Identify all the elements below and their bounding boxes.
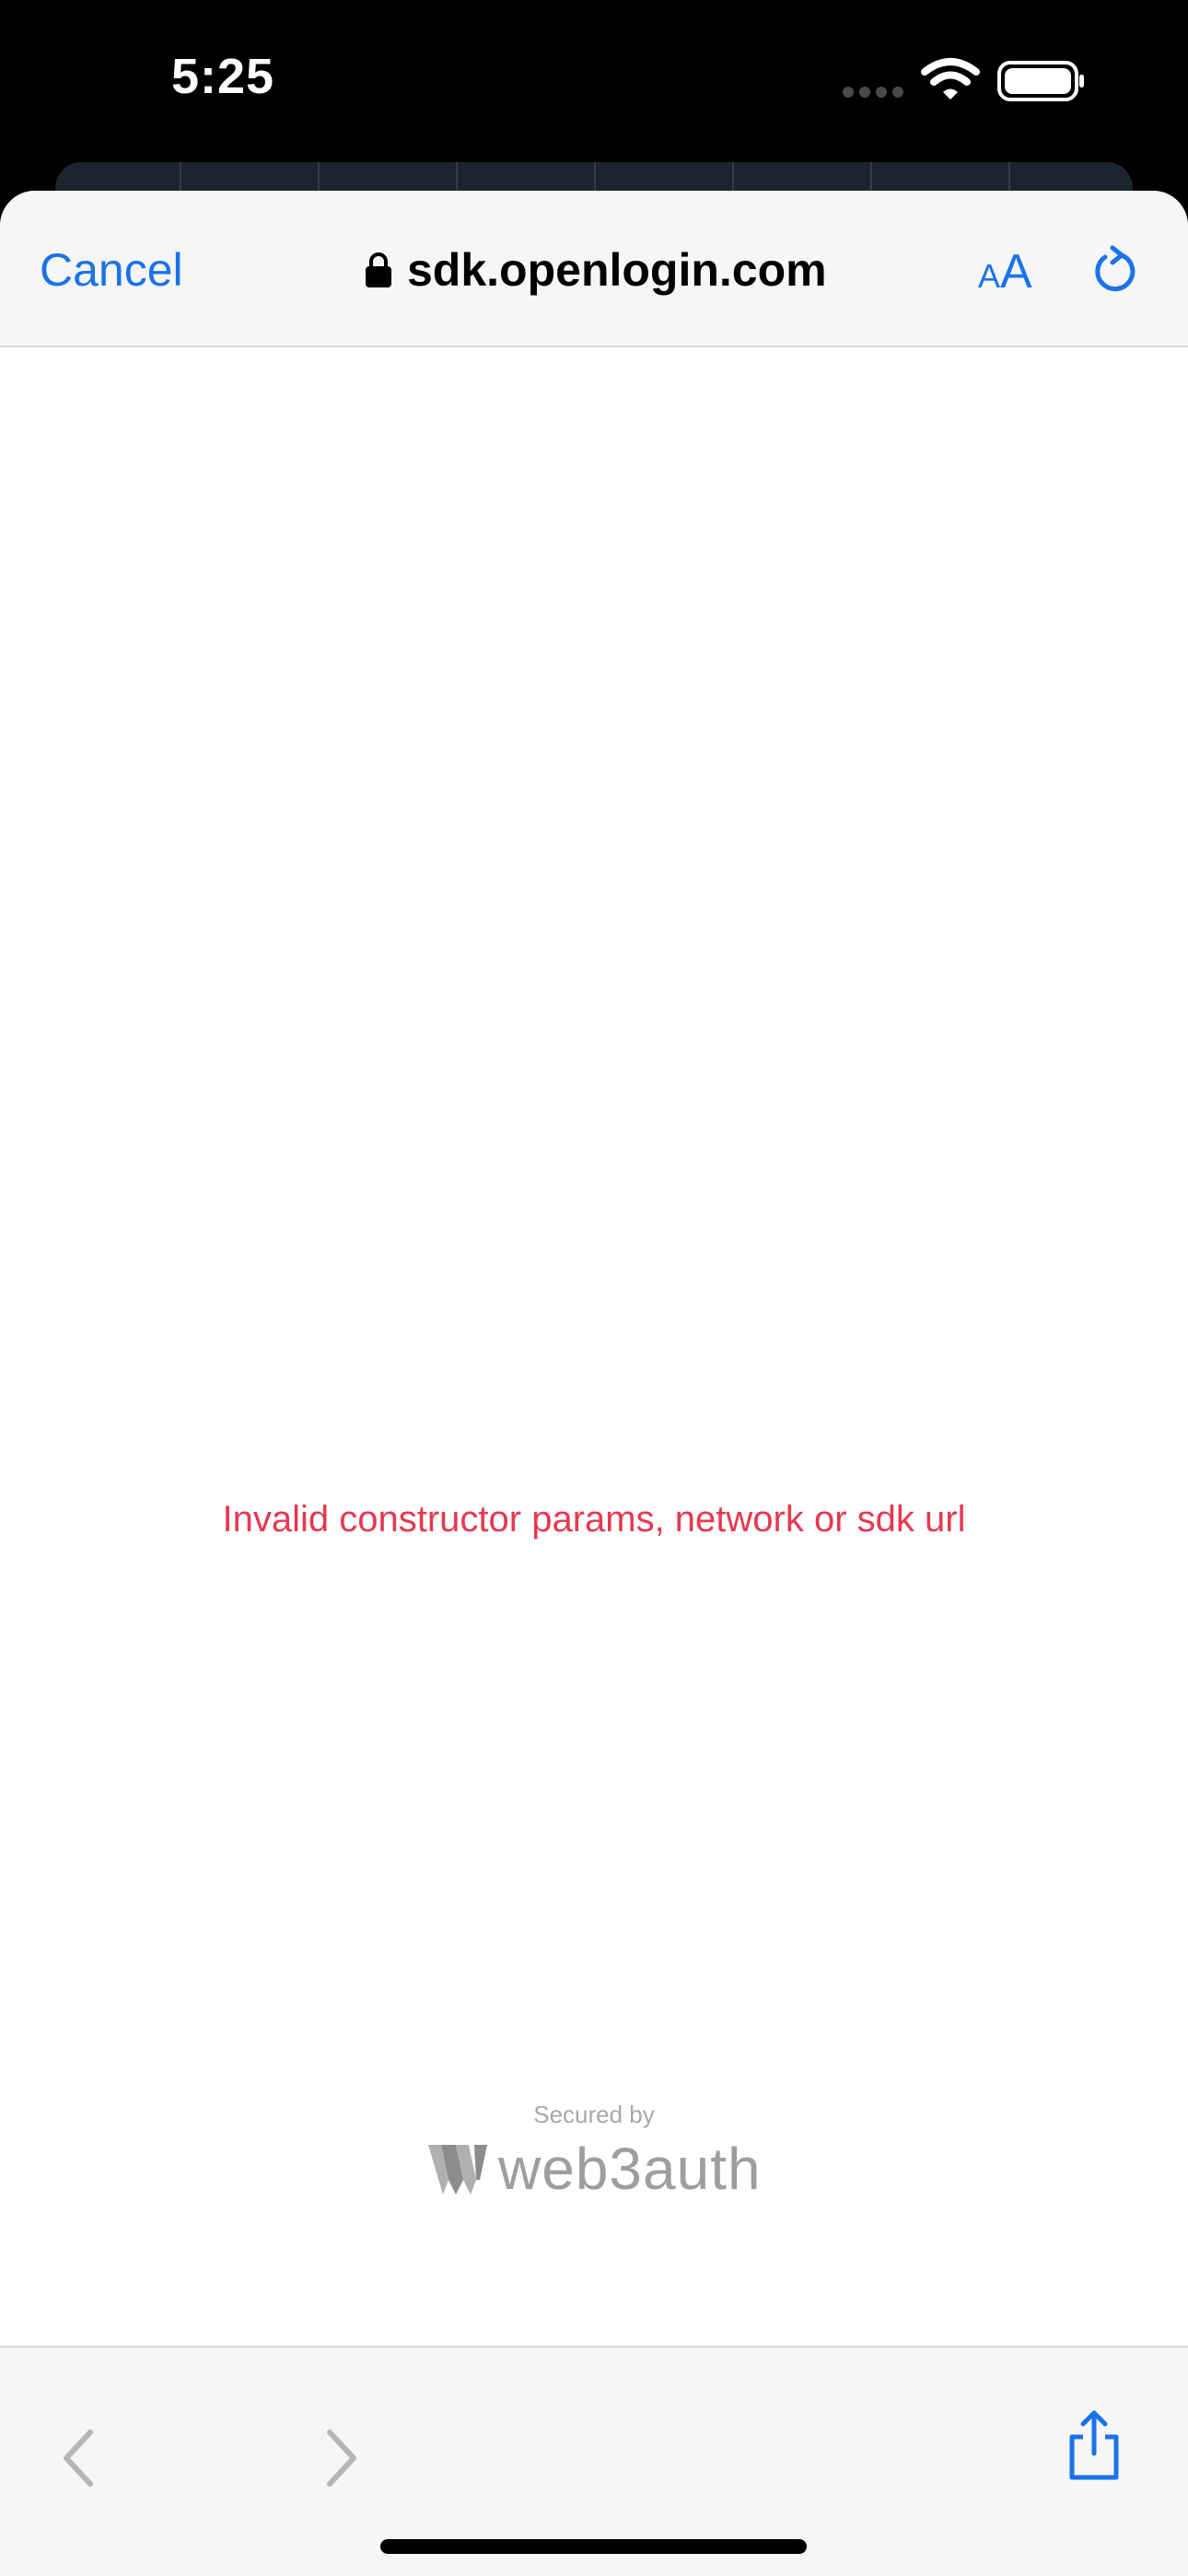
forward-arrow-icon[interactable] (302, 2421, 376, 2495)
error-message: Invalid constructor params, network or s… (222, 1499, 966, 1540)
home-indicator[interactable] (380, 2539, 807, 2554)
text-size-large-a: A (1000, 245, 1032, 299)
status-time: 5:25 (171, 49, 275, 104)
secured-by-label: Secured by (533, 2101, 655, 2128)
battery-icon (997, 61, 1084, 101)
lock-icon (366, 252, 391, 287)
back-arrow-icon[interactable] (44, 2421, 118, 2495)
status-bar: 5:25 (0, 0, 1188, 166)
brand-name: web3auth (498, 2136, 762, 2202)
safari-view-sheet: Cancel sdk.openlogin.com A A Invalid con… (0, 191, 1188, 2576)
text-size-small-a: A (978, 257, 1001, 295)
url-text: sdk.openlogin.com (407, 244, 827, 296)
web3auth-brand: web3auth (428, 2135, 762, 2203)
wifi-icon (921, 58, 980, 100)
reload-icon[interactable] (1087, 242, 1142, 298)
browser-nav-bar: Cancel sdk.openlogin.com A A (0, 191, 1188, 347)
web3auth-logo-icon (428, 2145, 487, 2195)
share-icon[interactable] (1057, 2407, 1131, 2481)
text-size-button[interactable]: A A (978, 244, 1032, 299)
cellular-signal-icon (843, 86, 909, 102)
cancel-button[interactable]: Cancel (40, 242, 183, 298)
address-bar[interactable]: sdk.openlogin.com (365, 240, 827, 299)
